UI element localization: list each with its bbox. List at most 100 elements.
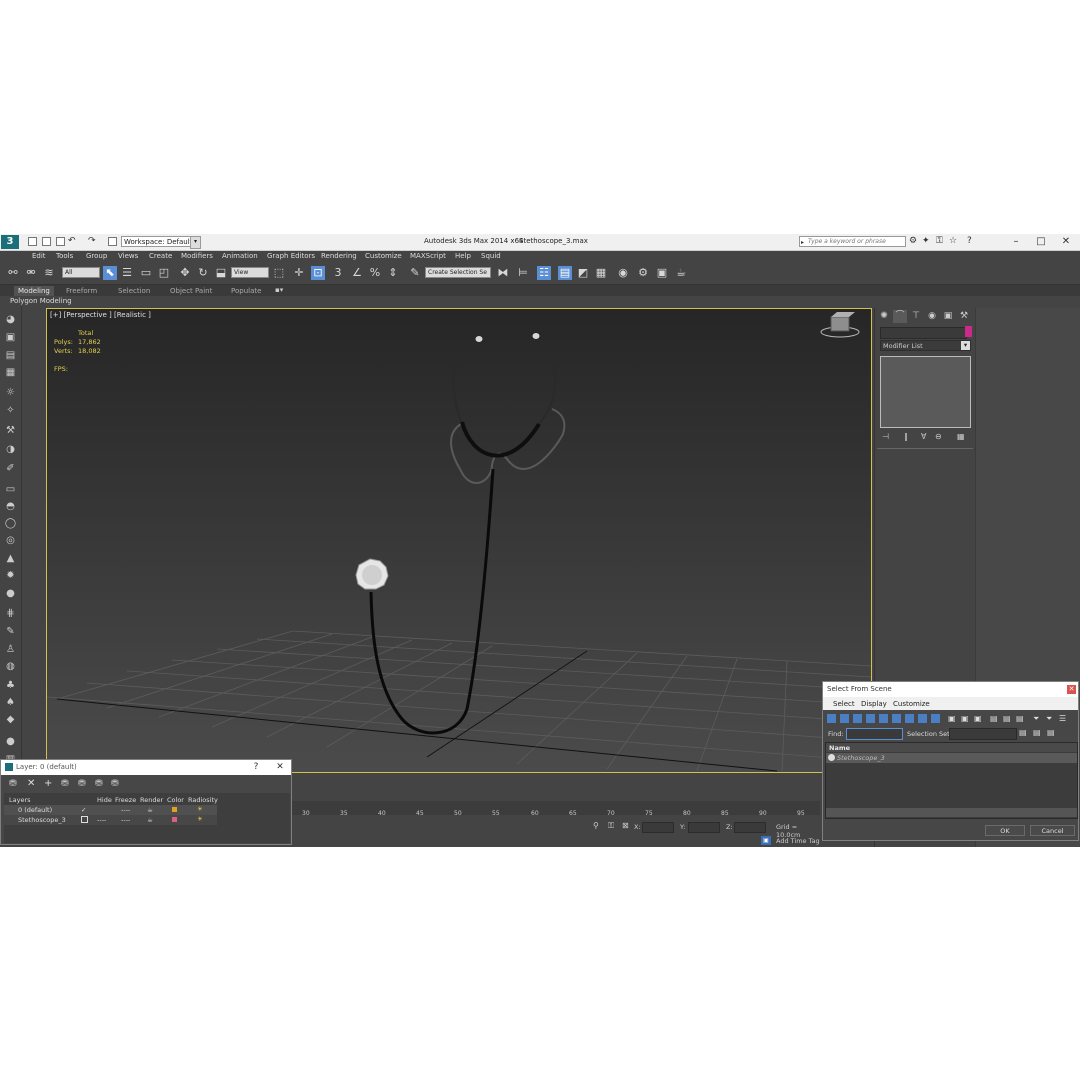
menu-customize[interactable]: Customize xyxy=(893,700,930,708)
close-icon[interactable]: ✕ xyxy=(1067,685,1076,694)
globe-icon[interactable]: ◍ xyxy=(3,660,18,673)
align-icon[interactable]: ⊨ xyxy=(516,266,530,280)
link-icon[interactable]: ⚯ xyxy=(6,266,20,280)
ribbon-options-icon[interactable]: ▪▾ xyxy=(275,286,283,294)
reference-coordinate-dropdown[interactable]: View xyxy=(231,267,269,278)
perspective-viewport[interactable]: [+] [Perspective ] [Realistic ] Total Po… xyxy=(46,308,872,773)
panel-icon[interactable]: ▣ xyxy=(3,331,18,344)
snaps-toggle-icon[interactable]: 3 xyxy=(331,266,345,280)
configure-modifier-sets-icon[interactable]: ▦ xyxy=(957,432,965,441)
col-color[interactable]: Color xyxy=(167,796,184,804)
cone-icon[interactable]: ▲ xyxy=(3,552,18,565)
box-icon[interactable]: ▭ xyxy=(3,483,18,496)
layer-radiosity[interactable]: ☀ xyxy=(197,805,203,813)
menu-edit[interactable]: Edit xyxy=(32,252,46,260)
keyboard-shortcut-override-icon[interactable]: ⊡ xyxy=(311,266,325,280)
hide-all-icon[interactable]: ⛃ xyxy=(95,779,103,789)
undo-icon[interactable]: ↶ xyxy=(68,236,76,246)
close-icon[interactable]: ✕ xyxy=(273,760,287,774)
mirror-icon[interactable]: ⧓ xyxy=(496,266,510,280)
ribbon-tab-populate[interactable]: Populate xyxy=(227,286,265,296)
col-hide[interactable]: Hide xyxy=(97,796,112,804)
ribbon-tab-modeling[interactable]: Modeling xyxy=(14,286,54,296)
create-tab-icon[interactable]: ✺ xyxy=(877,310,891,323)
utilities-tab-icon[interactable]: ⚒ xyxy=(957,310,971,323)
filter-cameras-icon[interactable] xyxy=(866,714,875,723)
key-filter-icon[interactable]: ⚲ xyxy=(593,821,599,830)
col-render[interactable]: Render xyxy=(140,796,163,804)
find-input[interactable] xyxy=(846,728,903,740)
select-invert-icon[interactable]: ▤ xyxy=(1016,714,1024,723)
favorites-star-icon[interactable]: ☆ xyxy=(949,236,957,246)
communication-icon[interactable]: ✦ xyxy=(922,236,930,246)
material-editor-icon[interactable]: ◉ xyxy=(616,266,630,280)
make-unique-icon[interactable]: ∀ xyxy=(921,432,926,441)
ok-button[interactable]: OK xyxy=(985,825,1025,836)
show-end-result-icon[interactable]: ‖ xyxy=(904,432,908,441)
filter-geometry-icon[interactable] xyxy=(827,714,836,723)
scene-object-list[interactable]: Name Stethoscope_3 xyxy=(825,742,1078,819)
camera-icon[interactable]: ◑ xyxy=(3,443,18,456)
unlink-icon[interactable]: ⚮ xyxy=(24,266,38,280)
filter-shapes-icon[interactable] xyxy=(840,714,849,723)
horizontal-scrollbar[interactable] xyxy=(826,808,1077,817)
object-color-swatch[interactable] xyxy=(965,326,972,337)
bind-space-warp-icon[interactable]: ≋ xyxy=(42,266,56,280)
app-logo-icon[interactable]: 3 xyxy=(1,235,19,249)
rectangular-selection-icon[interactable]: ▭ xyxy=(139,266,153,280)
menu-customize[interactable]: Customize xyxy=(365,252,402,260)
invert-display-icon[interactable]: ▣ xyxy=(974,714,982,723)
named-selection-dropdown[interactable]: Create Selection Se xyxy=(425,267,491,278)
object-name-field[interactable] xyxy=(880,327,967,339)
filter-xrefs-icon[interactable] xyxy=(918,714,927,723)
new-file-icon[interactable] xyxy=(28,237,37,246)
tree-icon[interactable]: ♠ xyxy=(3,696,18,709)
save-file-icon[interactable] xyxy=(56,237,65,246)
layer-render[interactable]: ☕ xyxy=(147,816,153,824)
menu-select[interactable]: Select xyxy=(833,700,855,708)
menu-group[interactable]: Group xyxy=(86,252,107,260)
spinner-snap-icon[interactable]: ⇕ xyxy=(386,266,400,280)
col-radiosity[interactable]: Radiosity xyxy=(188,796,218,804)
layer-hide-checkbox[interactable] xyxy=(81,816,88,823)
freeze-all-icon[interactable]: ⛃ xyxy=(111,779,119,789)
compass-icon[interactable]: ✧ xyxy=(3,404,18,417)
select-by-name-icon[interactable]: ☰ xyxy=(120,266,134,280)
col-name[interactable]: Name xyxy=(829,744,850,752)
display-none-icon[interactable]: ▣ xyxy=(961,714,969,723)
col-layers[interactable]: Layers xyxy=(9,796,31,804)
light-bulb-icon[interactable]: ☼ xyxy=(3,386,18,399)
minimize-button[interactable]: – xyxy=(1005,235,1027,248)
modify-tab-icon[interactable]: ⌒ xyxy=(893,310,907,323)
x-coordinate-field[interactable] xyxy=(642,822,674,833)
ribbon-tab-freeform[interactable]: Freeform xyxy=(62,286,101,296)
grid-panel-icon[interactable]: ▦ xyxy=(3,366,18,379)
layer-color-swatch[interactable] xyxy=(172,807,177,812)
help-icon[interactable]: ? xyxy=(249,760,263,774)
edit-named-selection-icon[interactable]: ✎ xyxy=(408,266,422,280)
display-tab-icon[interactable]: ▣ xyxy=(941,310,955,323)
pivot-center-icon[interactable]: ⬚ xyxy=(272,266,286,280)
scene-explorer-icon[interactable]: ▤ xyxy=(558,266,572,280)
help-icon[interactable]: ? xyxy=(967,236,972,246)
menu-tools[interactable]: Tools xyxy=(56,252,73,260)
ribbon-tab-selection[interactable]: Selection xyxy=(114,286,154,296)
layer-freeze[interactable]: ---- xyxy=(121,806,130,814)
filter-lights-icon[interactable] xyxy=(853,714,862,723)
menu-graph-editors[interactable]: Graph Editors xyxy=(267,252,315,260)
menu-create[interactable]: Create xyxy=(149,252,172,260)
sun-icon[interactable]: ✹ xyxy=(3,569,18,582)
layer-render[interactable]: ☕ xyxy=(147,806,153,814)
display-all-icon[interactable]: ▣ xyxy=(948,714,956,723)
brush-icon[interactable]: ✐ xyxy=(3,462,18,475)
filter-funnel-icon[interactable]: ⏷ xyxy=(1033,714,1039,724)
plant-icon[interactable]: ♣ xyxy=(3,679,18,692)
render-setup-icon[interactable]: ⚙ xyxy=(636,266,650,280)
time-tag-icon[interactable]: ▣ xyxy=(761,836,771,845)
disk-icon[interactable]: ● xyxy=(3,587,18,600)
menu-views[interactable]: Views xyxy=(118,252,138,260)
layer-hide[interactable]: ✓ xyxy=(81,806,86,814)
col-freeze[interactable]: Freeze xyxy=(115,796,136,804)
table-row[interactable]: 0 (default) ✓ ---- ☕ ☀ xyxy=(4,805,217,815)
angle-snap-icon[interactable]: ∠ xyxy=(350,266,364,280)
